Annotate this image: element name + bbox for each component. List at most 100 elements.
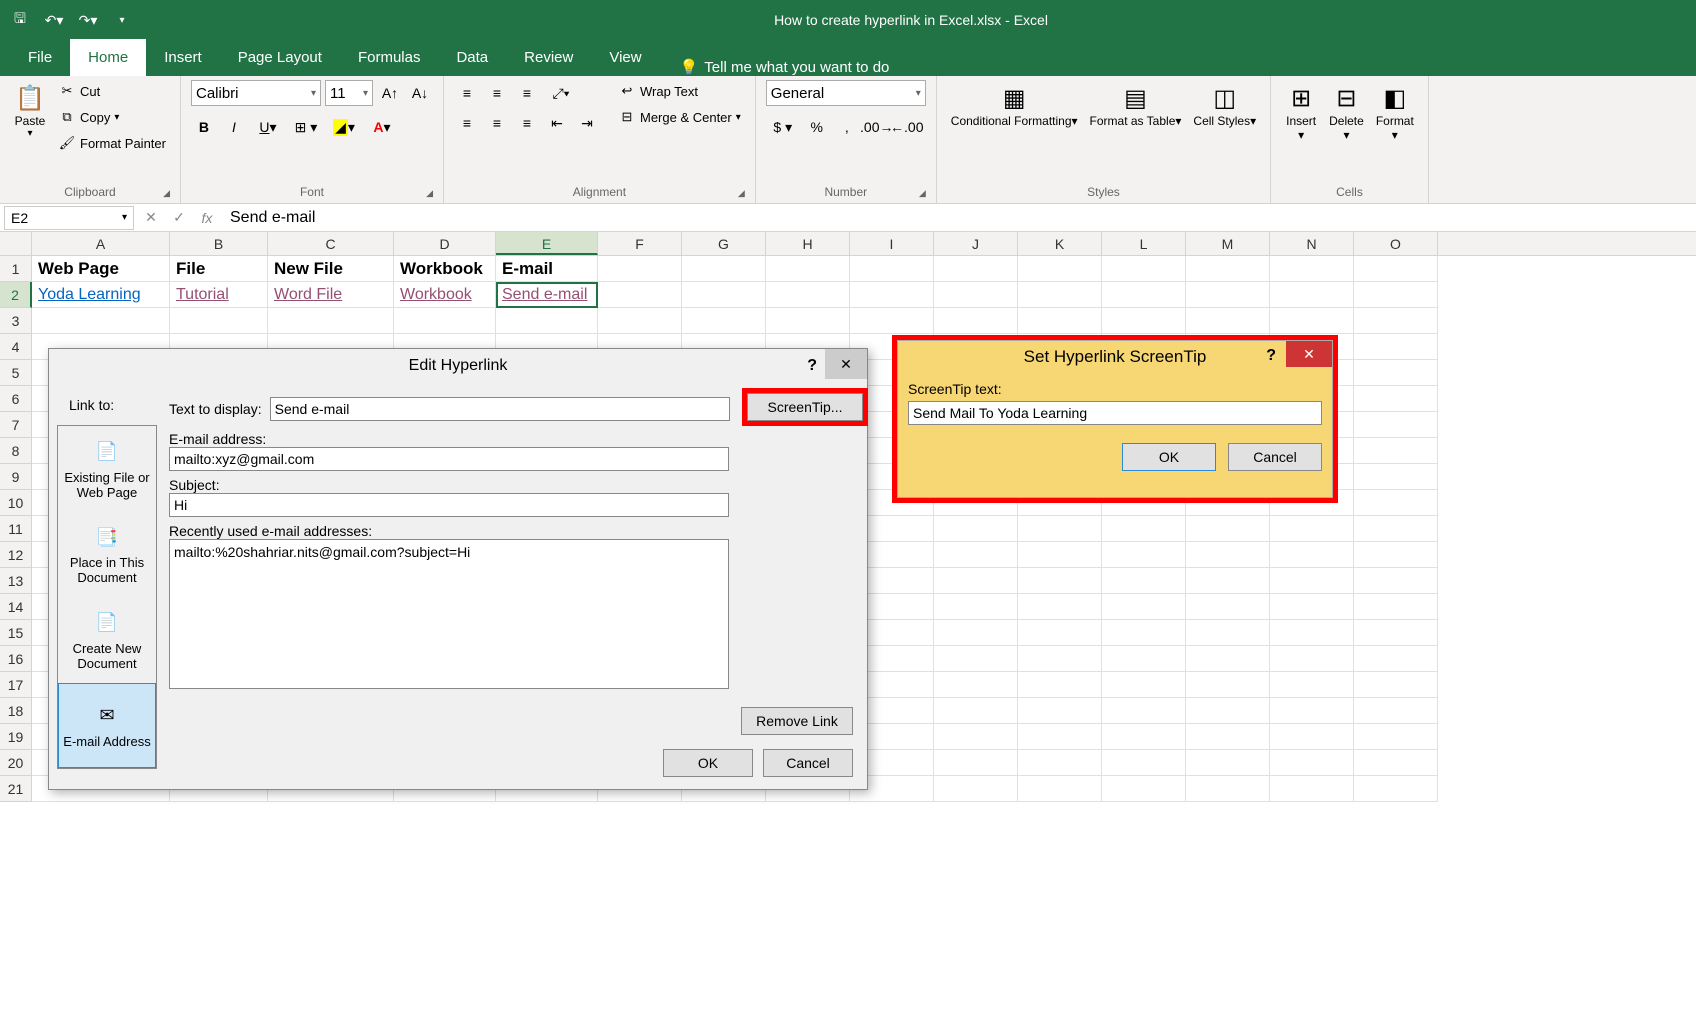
cell[interactable] <box>934 516 1018 542</box>
decrease-font-icon[interactable]: A↓ <box>407 80 433 106</box>
cell[interactable] <box>1270 750 1354 776</box>
cell[interactable] <box>1354 256 1438 282</box>
remove-link-button[interactable]: Remove Link <box>741 707 853 735</box>
undo-icon[interactable]: ↶▾ <box>42 8 66 32</box>
cell[interactable] <box>1102 646 1186 672</box>
tab-pagelayout[interactable]: Page Layout <box>220 39 340 76</box>
cell[interactable] <box>1270 542 1354 568</box>
cell[interactable] <box>1102 568 1186 594</box>
cell[interactable] <box>934 724 1018 750</box>
merge-center-button[interactable]: ⊟Merge & Center ▾ <box>614 106 745 128</box>
cell[interactable]: New File <box>268 256 394 282</box>
delete-cells-button[interactable]: ⊟Delete▾ <box>1325 80 1368 145</box>
screentip-help-icon[interactable]: ? <box>1266 347 1276 365</box>
format-painter-button[interactable]: 🖌Format Painter <box>54 132 170 154</box>
cell[interactable] <box>1186 256 1270 282</box>
linkto-create-new[interactable]: 📄Create New Document <box>58 597 156 683</box>
insert-cells-button[interactable]: ⊞Insert▾ <box>1281 80 1321 145</box>
text-to-display-field[interactable] <box>270 397 730 421</box>
name-box[interactable]: E2▾ <box>4 206 134 230</box>
linkto-place-in-doc[interactable]: 📑Place in This Document <box>58 512 156 598</box>
cell[interactable] <box>1270 308 1354 334</box>
cell[interactable] <box>1018 672 1102 698</box>
cell[interactable] <box>934 620 1018 646</box>
rowhead-20[interactable]: 20 <box>0 750 32 776</box>
cell[interactable] <box>1186 776 1270 802</box>
wrap-text-button[interactable]: ↩Wrap Text <box>614 80 745 102</box>
rowhead-3[interactable]: 3 <box>0 308 32 334</box>
rowhead-21[interactable]: 21 <box>0 776 32 802</box>
accounting-format-icon[interactable]: $ ▾ <box>766 114 800 140</box>
number-launcher-icon[interactable]: ◢ <box>919 188 926 199</box>
cell[interactable] <box>1102 282 1186 308</box>
colhead-E[interactable]: E <box>496 232 598 255</box>
cell[interactable] <box>1354 516 1438 542</box>
cell[interactable] <box>934 282 1018 308</box>
align-top-icon[interactable]: ≡ <box>454 80 480 106</box>
cell[interactable] <box>1102 698 1186 724</box>
conditional-formatting-button[interactable]: ▦Conditional Formatting▾ <box>947 80 1082 130</box>
cell[interactable] <box>1270 672 1354 698</box>
cell[interactable] <box>1102 776 1186 802</box>
font-launcher-icon[interactable]: ◢ <box>426 188 433 199</box>
rowhead-8[interactable]: 8 <box>0 438 32 464</box>
cell[interactable] <box>1354 672 1438 698</box>
linkto-existing-file[interactable]: 📄Existing File or Web Page <box>58 426 156 512</box>
colhead-A[interactable]: A <box>32 232 170 255</box>
colhead-M[interactable]: M <box>1186 232 1270 255</box>
tab-home[interactable]: Home <box>70 39 146 76</box>
colhead-N[interactable]: N <box>1270 232 1354 255</box>
cell[interactable] <box>1186 542 1270 568</box>
cell[interactable] <box>1018 620 1102 646</box>
cell[interactable] <box>1186 750 1270 776</box>
qat-customize-icon[interactable]: ▾ <box>110 8 134 32</box>
enter-entry-icon[interactable]: ✓ <box>166 205 192 231</box>
cell[interactable] <box>1270 516 1354 542</box>
align-bottom-icon[interactable]: ≡ <box>514 80 540 106</box>
decrease-indent-icon[interactable]: ⇤ <box>544 110 570 136</box>
comma-format-icon[interactable]: , <box>834 114 860 140</box>
tab-insert[interactable]: Insert <box>146 39 220 76</box>
tellme[interactable]: 💡 Tell me what you want to do <box>680 58 890 76</box>
cell[interactable] <box>1354 542 1438 568</box>
cell[interactable] <box>1270 776 1354 802</box>
cell[interactable] <box>1354 360 1438 386</box>
cell[interactable] <box>32 308 170 334</box>
format-cells-button[interactable]: ◧Format▾ <box>1372 80 1418 145</box>
cell[interactable] <box>850 308 934 334</box>
increase-indent-icon[interactable]: ⇥ <box>574 110 600 136</box>
rowhead-9[interactable]: 9 <box>0 464 32 490</box>
orientation-icon[interactable]: ⤢▾ <box>544 80 578 106</box>
colhead-H[interactable]: H <box>766 232 850 255</box>
colhead-L[interactable]: L <box>1102 232 1186 255</box>
linkto-email-address[interactable]: ✉E-mail Address <box>58 683 156 769</box>
cell[interactable] <box>1186 594 1270 620</box>
dialog-help-icon[interactable]: ? <box>807 357 817 375</box>
cell[interactable]: E-mail <box>496 256 598 282</box>
recent-emails-list[interactable]: mailto:%20shahriar.nits@gmail.com?subjec… <box>169 539 729 689</box>
cell[interactable] <box>1270 698 1354 724</box>
cell[interactable] <box>1018 776 1102 802</box>
rowhead-15[interactable]: 15 <box>0 620 32 646</box>
clipboard-launcher-icon[interactable]: ◢ <box>163 188 170 199</box>
rowhead-17[interactable]: 17 <box>0 672 32 698</box>
rowhead-12[interactable]: 12 <box>0 542 32 568</box>
cell[interactable] <box>598 256 682 282</box>
font-color-button[interactable]: A▾ <box>365 114 399 140</box>
cell[interactable] <box>934 568 1018 594</box>
rowhead-11[interactable]: 11 <box>0 516 32 542</box>
rowhead-18[interactable]: 18 <box>0 698 32 724</box>
cell[interactable] <box>1354 594 1438 620</box>
screentip-cancel-button[interactable]: Cancel <box>1228 443 1322 471</box>
rowhead-1[interactable]: 1 <box>0 256 32 282</box>
copy-button[interactable]: ⧉Copy ▾ <box>54 106 170 128</box>
colhead-G[interactable]: G <box>682 232 766 255</box>
hyperlink-ok-button[interactable]: OK <box>663 749 753 777</box>
cell[interactable] <box>1354 282 1438 308</box>
cell[interactable] <box>1354 412 1438 438</box>
cell[interactable] <box>1186 308 1270 334</box>
cell[interactable] <box>496 308 598 334</box>
recent-email-item[interactable]: mailto:%20shahriar.nits@gmail.com?subjec… <box>174 544 724 560</box>
colhead-J[interactable]: J <box>934 232 1018 255</box>
decrease-decimal-icon[interactable]: ←.00 <box>894 114 920 140</box>
